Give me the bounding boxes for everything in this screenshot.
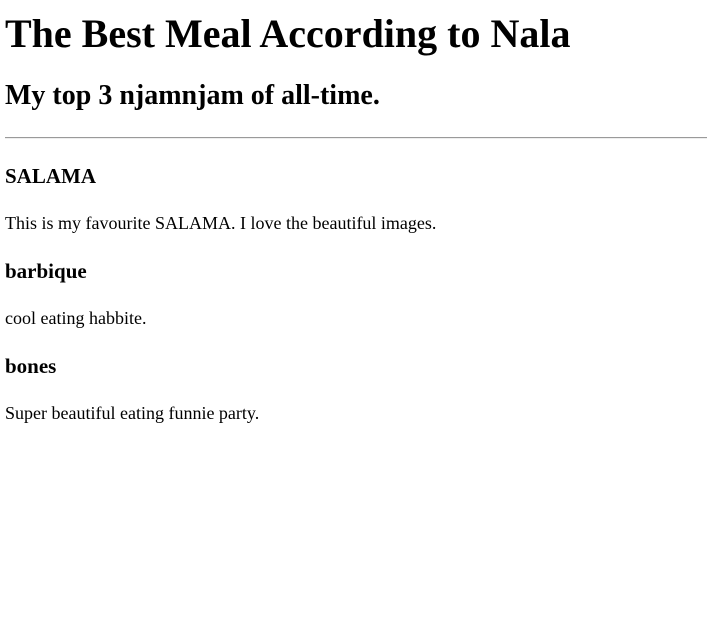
meal-title: SALAMA: [5, 164, 97, 188]
meal-description: This is my favourite SALAMA. I love the …: [5, 213, 437, 233]
meal-title: bones: [5, 354, 57, 378]
list-item: barbique cool eating habbite.: [5, 258, 707, 329]
meal-description: cool eating habbite.: [5, 308, 147, 328]
meal-description: Super beautiful eating funnie party.: [5, 403, 260, 423]
meal-list: SALAMA This is my favourite SALAMA. I lo…: [5, 163, 707, 424]
divider: [5, 137, 707, 139]
list-item: bones Super beautiful eating funnie part…: [5, 353, 707, 424]
page: The Best Meal According to Nala My top 3…: [0, 0, 707, 424]
list-item: SALAMA This is my favourite SALAMA. I lo…: [5, 163, 707, 234]
page-subtitle: My top 3 njamnjam of all-time.: [5, 80, 380, 111]
page-title: The Best Meal According to Nala: [5, 11, 571, 56]
meal-title: barbique: [5, 259, 87, 283]
